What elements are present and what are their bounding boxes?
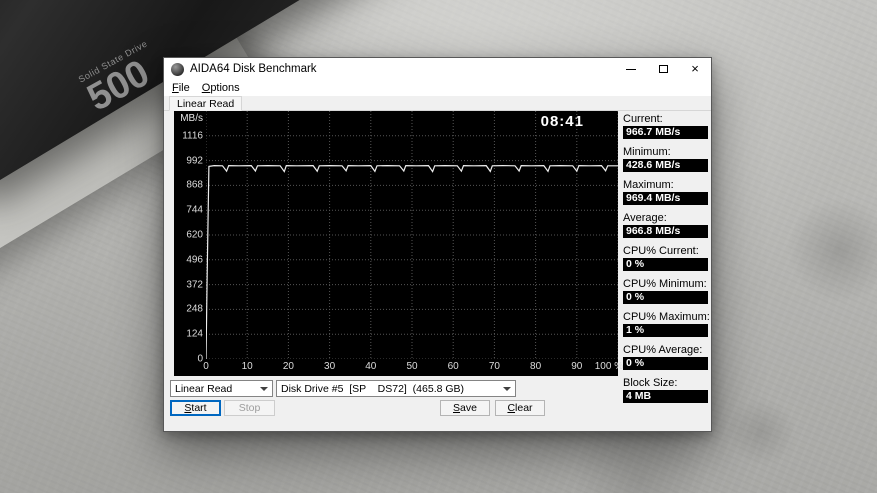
test-type-combobox[interactable]: Linear Read (170, 380, 273, 397)
minimize-icon (626, 69, 636, 70)
stat-value: 0 % (623, 291, 708, 304)
x-tick-label: 30 (324, 361, 335, 372)
stat-current: Current: 966.7 MB/s (623, 113, 708, 139)
tab-linear-read[interactable]: Linear Read (169, 96, 242, 111)
stop-button: Stop (224, 400, 275, 416)
stat-value: 0 % (623, 357, 708, 370)
stat-cpu-maximum: CPU% Maximum: 1 % (623, 311, 708, 337)
stat-label: CPU% Minimum: (623, 278, 708, 291)
tab-strip: Linear Read (164, 96, 711, 111)
start-button[interactable]: Start (170, 400, 221, 416)
stat-label: Minimum: (623, 146, 708, 159)
stat-label: CPU% Current: (623, 245, 708, 258)
menu-options[interactable]: Options (196, 82, 246, 94)
drive-combobox[interactable]: Disk Drive #5 [SP DS72] (465.8 GB) (276, 380, 516, 397)
stat-value: 969.4 MB/s (623, 192, 708, 205)
y-tick-label: 744 (186, 205, 203, 216)
maximize-icon (659, 65, 668, 73)
y-tick-label: 1116 (182, 130, 203, 141)
stat-value: 966.8 MB/s (623, 225, 708, 238)
test-type-value: Linear Read (175, 383, 232, 395)
stat-label: Current: (623, 113, 708, 126)
x-tick-label: 70 (489, 361, 500, 372)
stat-label: CPU% Average: (623, 344, 708, 357)
window-controls: × (615, 58, 711, 80)
stat-value: 4 MB (623, 390, 708, 403)
stat-cpu-current: CPU% Current: 0 % (623, 245, 708, 271)
y-tick-label: 248 (186, 304, 203, 315)
y-tick-label: 620 (186, 230, 203, 241)
y-tick-label: 372 (186, 279, 203, 290)
stat-cpu-minimum: CPU% Minimum: 0 % (623, 278, 708, 304)
minimize-button[interactable] (615, 58, 647, 80)
close-icon: × (691, 58, 699, 80)
start-label: Start (171, 402, 220, 415)
chart-plot: 08:41 (206, 111, 618, 359)
y-axis-labels: 11169928687446204963722481240 (174, 111, 206, 359)
titlebar[interactable]: AIDA64 Disk Benchmark × (164, 58, 711, 80)
stat-cpu-average: CPU% Average: 0 % (623, 344, 708, 370)
stop-label: Stop (225, 402, 274, 415)
y-tick-label: 0 (197, 354, 203, 365)
benchmark-chart: MB/s 11169928687446204963722481240 08:41… (174, 111, 618, 376)
y-tick-label: 496 (186, 254, 203, 265)
stat-label: Block Size: (623, 377, 708, 390)
stat-label: CPU% Maximum: (623, 311, 708, 324)
menubar: File Options (164, 80, 711, 96)
x-tick-label: 90 (571, 361, 582, 372)
x-tick-label: 100 % (595, 361, 623, 372)
x-tick-label: 50 (406, 361, 417, 372)
x-tick-label: 40 (365, 361, 376, 372)
close-button[interactable]: × (679, 58, 711, 80)
x-tick-label: 80 (530, 361, 541, 372)
x-axis-labels: 0102030405060708090100 % (206, 359, 618, 376)
tab-label: Linear Read (177, 97, 234, 111)
clear-button[interactable]: Clear (495, 400, 545, 416)
chevron-down-icon (260, 387, 268, 391)
menu-file[interactable]: File (166, 82, 196, 94)
app-icon (171, 63, 184, 76)
clear-label: Clear (496, 402, 544, 415)
x-tick-label: 10 (242, 361, 253, 372)
x-tick-label: 0 (203, 361, 209, 372)
y-tick-label: 868 (186, 180, 203, 191)
y-tick-label: 992 (186, 155, 203, 166)
stat-minimum: Minimum: 428.6 MB/s (623, 146, 708, 172)
save-button[interactable]: Save (440, 400, 490, 416)
stat-block-size: Block Size: 4 MB (623, 377, 708, 403)
y-axis: MB/s 11169928687446204963722481240 (174, 111, 206, 359)
stat-value: 966.7 MB/s (623, 126, 708, 139)
stats-panel: Current: 966.7 MB/s Minimum: 428.6 MB/s … (623, 113, 708, 410)
window-title: AIDA64 Disk Benchmark (190, 63, 317, 75)
stat-value: 0 % (623, 258, 708, 271)
stat-label: Average: (623, 212, 708, 225)
x-tick-label: 60 (448, 361, 459, 372)
stat-maximum: Maximum: 969.4 MB/s (623, 179, 708, 205)
stat-value: 428.6 MB/s (623, 159, 708, 172)
chevron-down-icon (503, 387, 511, 391)
stat-average: Average: 966.8 MB/s (623, 212, 708, 238)
x-tick-label: 20 (283, 361, 294, 372)
drive-value: Disk Drive #5 [SP DS72] (465.8 GB) (281, 383, 464, 395)
save-label: Save (441, 402, 489, 415)
maximize-button[interactable] (647, 58, 679, 80)
aida64-disk-benchmark-window: AIDA64 Disk Benchmark × File Options Lin… (163, 57, 712, 432)
stat-value: 1 % (623, 324, 708, 337)
stat-label: Maximum: (623, 179, 708, 192)
y-tick-label: 124 (186, 329, 203, 340)
